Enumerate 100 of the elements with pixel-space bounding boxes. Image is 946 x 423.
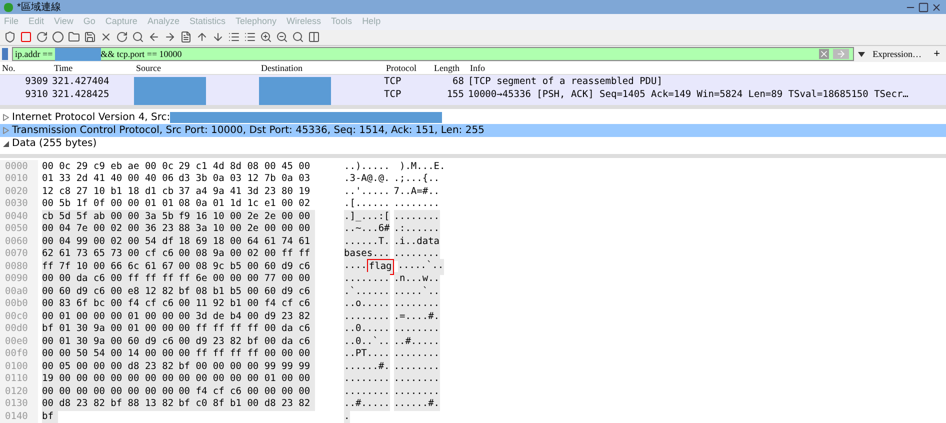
forward-icon[interactable]: [164, 31, 176, 44]
maximize-icon[interactable]: [918, 2, 929, 12]
hex-bytes: 00 ff ff ff ff 00 da c6: [178, 322, 316, 336]
hex-bytes: 00 00 50 54 00 14 00 00: [42, 347, 179, 362]
open-icon[interactable]: [68, 31, 80, 44]
column-header[interactable]: Protocol: [384, 62, 432, 75]
reload-icon[interactable]: [116, 31, 128, 44]
offset-label: 0010: [0, 172, 38, 186]
filter-text: ip.addr ==: [14, 48, 54, 61]
first-packet-icon[interactable]: [196, 31, 208, 44]
column-header[interactable]: Source: [134, 62, 259, 75]
bookmark-icon[interactable]: [2, 48, 8, 60]
offset-label: 00d0: [0, 322, 38, 336]
filter-field[interactable]: ip.addr == && tcp.port == 10000: [12, 47, 854, 62]
hex-bytes: bf c0 8f b1 00 d8 23 82: [178, 397, 316, 412]
hex-bytes: bf 01 30 9a 00 01 00 00: [42, 322, 179, 336]
search-icon[interactable]: [132, 31, 144, 44]
dropdown-caret-icon[interactable]: [858, 52, 865, 57]
ascii-text: ........: [394, 197, 440, 212]
table-cell-text: 155: [446, 88, 465, 102]
offset-label: 00f0: [0, 347, 38, 362]
filter-text: && tcp.port == 10000: [100, 48, 182, 61]
ascii-text: 7..A=#..: [394, 184, 440, 199]
table-cell-text: TCP: [384, 88, 402, 102]
hex-bytes: d3 3b 0a 03 12 7b 0a 03: [178, 172, 312, 186]
expression-button[interactable]: Expression…: [868, 48, 926, 61]
clear-icon[interactable]: [818, 49, 829, 60]
hex-bytes: 62 61 73 65 73 00 cf c6: [42, 247, 179, 262]
hex-bytes: 00 00 da c6 00 ff ff ff: [42, 272, 179, 286]
offset-label: 0130: [0, 397, 38, 412]
detail-text: Data (255 bytes): [12, 136, 97, 151]
detail-row[interactable]: Internet Protocol Version 4, Src:: [0, 110, 946, 124]
hex-bytes: cb 5d 5f ab 00 00 3a 5b: [42, 210, 179, 224]
ascii-text: .3-A@.@.: [344, 172, 390, 186]
column-header[interactable]: Info: [468, 62, 946, 75]
column-header[interactable]: Length: [432, 62, 468, 75]
table-cell-text: 321.427404: [52, 74, 110, 89]
ascii-text: ..0.....: [344, 322, 390, 336]
window-title: *區域連線: [17, 0, 61, 14]
restart-icon[interactable]: [36, 31, 48, 44]
ascii-text: ..#.....: [344, 397, 390, 412]
ascii-text: .[......: [344, 197, 390, 212]
offset-label: 0140: [0, 410, 38, 423]
offset-label: 0000: [0, 160, 38, 174]
packet-row[interactable]: 9309 321.427404 TCP 68 [TCP segment of a reassembled PDU]: [0, 75, 946, 88]
ascii-text: .n...w..: [394, 272, 440, 286]
hex-bytes: 88 3a 10 00 2e 00 00 00: [178, 222, 316, 236]
ascii-text: ........: [394, 322, 440, 336]
offset-label: 0110: [0, 372, 38, 386]
table-cell-text: 10000→45336 [PSH, ACK] Seq=1405 Ack=149 Win=5824 Len=89 TSval=18685150 TSecr…: [468, 88, 910, 102]
detail-row[interactable]: Transmission Control Protocol, Src Port: 10000, Dst Port: 45336, Seq: 1514, Ack: 151, Len: 255: [0, 124, 946, 137]
hex-bytes: 00 d8 23 82 bf 88 13 82: [42, 397, 179, 412]
hex-bytes: 01 33 2d 41 40 00 40 06: [42, 172, 175, 186]
back-icon[interactable]: [148, 31, 160, 44]
ascii-text: ........: [394, 347, 440, 362]
ascii-text: ..).....: [344, 160, 391, 174]
offset-label: 0090: [0, 272, 38, 286]
ascii-text: ..~...6#: [344, 222, 390, 236]
column-header[interactable]: No.: [0, 62, 52, 75]
packet-row[interactable]: 9310 321.428425 TCP 155 10000→45336 [PSH, ACK] Seq=1405 Ack=149 Win=5824 Len=89 TSval=18685150 TSecr…: [0, 88, 946, 102]
table-cell-text: 68: [452, 74, 465, 89]
zoom-in-icon[interactable]: [260, 31, 272, 44]
expanded-triangle-icon[interactable]: [3, 140, 9, 147]
table-cell-text: 9310: [24, 88, 49, 102]
offset-label: 00b0: [0, 297, 38, 312]
ascii-text: ........: [394, 210, 440, 224]
ascii-text: .;...{..: [394, 172, 440, 186]
column-header[interactable]: Destination: [259, 62, 384, 75]
hex-bytes: 00 00 00 00 00 01 00 00: [178, 372, 316, 386]
hex-bytes: bf: [42, 410, 58, 423]
redaction-block: [134, 77, 206, 106]
resize-columns-icon[interactable]: [308, 31, 320, 44]
ascii-text: ..PT....: [344, 347, 390, 362]
hex-bytes: 29 c1 4d 8d 08 00 45 00: [178, 160, 312, 174]
ascii-text: ......#.: [394, 397, 440, 412]
last-packet-icon[interactable]: [212, 31, 224, 44]
hex-bytes: 00 5b 1f 0f 00 00 01 01: [42, 197, 175, 212]
ascii-text: ..'.....: [344, 184, 390, 198]
app-icon: [4, 2, 13, 12]
ascii-text: .]_...:[: [344, 210, 390, 224]
collapsed-triangle-icon[interactable]: [3, 114, 9, 121]
ascii-text: ........: [344, 272, 390, 286]
column-header[interactable]: Time: [52, 62, 134, 75]
save-icon[interactable]: [84, 31, 96, 44]
hex-bytes: 00 08 9a 00 02 00 ff ff: [178, 247, 316, 262]
detail-text: Transmission Control Protocol, Src Port: 10000, Dst Port: 45336, Seq: 1514, Ack: 151, Len: 255: [12, 124, 484, 138]
redaction-block: [259, 77, 331, 106]
offset-label: 0030: [0, 197, 38, 212]
hex-bytes: 37 a4 9a 41 3d 23 80 19: [178, 184, 312, 198]
table-cell-text: TCP: [384, 74, 402, 89]
close-icon[interactable]: [100, 31, 112, 44]
hex-bytes: 19 00 00 00 00 00 00 00: [42, 372, 179, 386]
detail-row[interactable]: Data (255 bytes): [0, 136, 946, 150]
detail-text: Internet Protocol Version 4, Src:: [12, 110, 170, 125]
stop-icon[interactable]: [20, 31, 32, 44]
add-filter-button[interactable]: +: [930, 46, 944, 62]
zoom-out-icon[interactable]: [276, 31, 288, 44]
close-icon[interactable]: [931, 2, 942, 12]
hex-bytes: ff 6e 00 00 00 77 00 00: [178, 272, 316, 286]
hex-bytes: 08 0a 01 1d 1c e1 00 02: [178, 197, 312, 212]
